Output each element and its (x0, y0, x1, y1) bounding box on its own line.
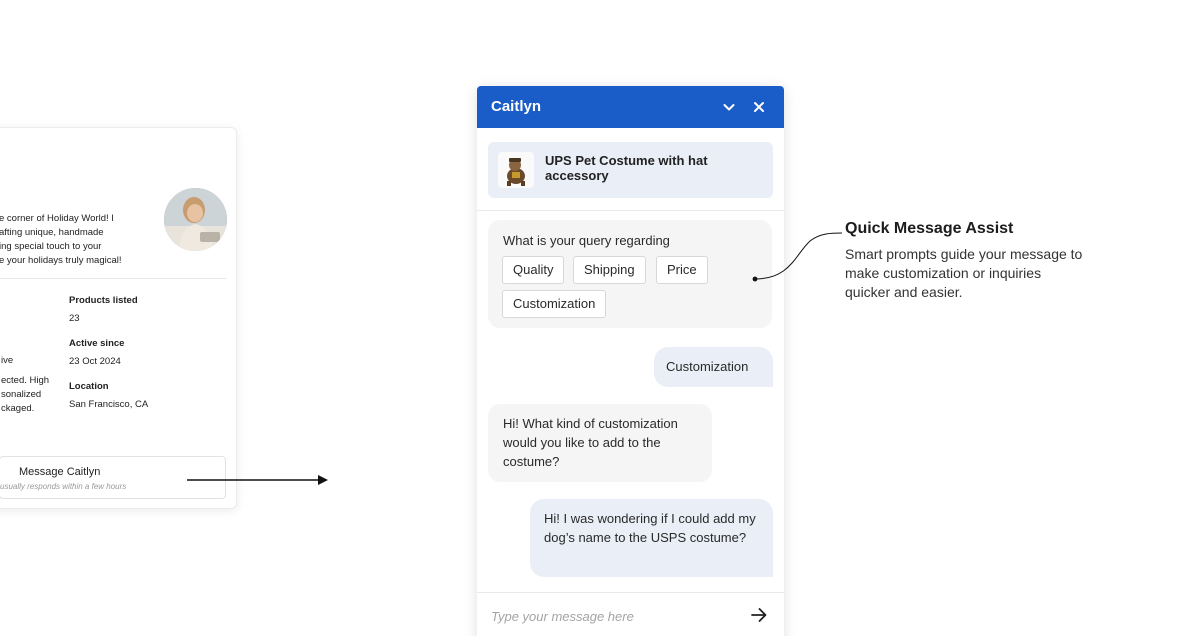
chip-price[interactable]: Price (656, 256, 708, 284)
user-message: Hi! I was wondering if I could add my do… (530, 499, 773, 577)
chat-header: Caitlyn (477, 86, 784, 128)
message-seller-label: Message Caitlyn (19, 466, 101, 478)
chip-shipping[interactable]: Shipping (573, 256, 646, 284)
product-thumbnail (498, 152, 534, 188)
response-time-note: usually responds within a few hours (0, 482, 127, 491)
product-name: UPS Pet Costume with hat accessory (545, 153, 708, 183)
annotation-description: Smart prompts guide your message to make… (845, 246, 1083, 300)
seller-status-fragment: ive (1, 355, 14, 366)
seller-bio: e corner of Holiday World! I afting uniq… (0, 213, 122, 266)
message-text: Hi! I was wondering if I could add my do… (544, 511, 756, 545)
card-divider (0, 278, 226, 279)
user-message: Customization (654, 347, 773, 387)
seller-profile-card: e corner of Holiday World! I afting uniq… (0, 127, 237, 509)
seller-avatar (164, 188, 227, 251)
message-text: Customization (666, 359, 749, 374)
chat-separator (477, 210, 784, 211)
send-arrow-icon[interactable] (749, 605, 769, 625)
chat-title: Caitlyn (491, 98, 542, 115)
annotation-title: Quick Message Assist (845, 220, 1014, 237)
connector-arrow (187, 475, 328, 485)
product-reference-card[interactable]: UPS Pet Costume with hat accessory (488, 142, 773, 198)
location-label: Location (69, 381, 109, 392)
message-input[interactable] (491, 606, 731, 626)
chip-quality[interactable]: Quality (502, 256, 565, 284)
input-separator (477, 592, 784, 593)
seller-message: Hi! What kind of customization would you… (488, 404, 712, 482)
quick-query-prompt: What is your query regarding Quality Shi… (488, 220, 772, 328)
active-since-value: 23 Oct 2024 (69, 356, 121, 367)
products-listed-value: 23 (69, 313, 80, 324)
chat-window: Caitlyn UPS Pet Costume with hat accesso… (477, 86, 784, 636)
annotation-connector (752, 232, 843, 282)
products-listed-label: Products listed (69, 295, 138, 306)
chevron-down-icon[interactable] (721, 99, 737, 115)
seller-quality-fragment: ected. High sonalized ckaged. (1, 375, 50, 414)
active-since-label: Active since (69, 338, 125, 349)
message-text: Hi! What kind of customization would you… (503, 416, 678, 469)
chip-customization[interactable]: Customization (502, 290, 607, 318)
query-prompt-text: What is your query regarding (503, 233, 670, 248)
close-icon[interactable] (751, 99, 767, 115)
location-value: San Francisco, CA (69, 399, 149, 410)
